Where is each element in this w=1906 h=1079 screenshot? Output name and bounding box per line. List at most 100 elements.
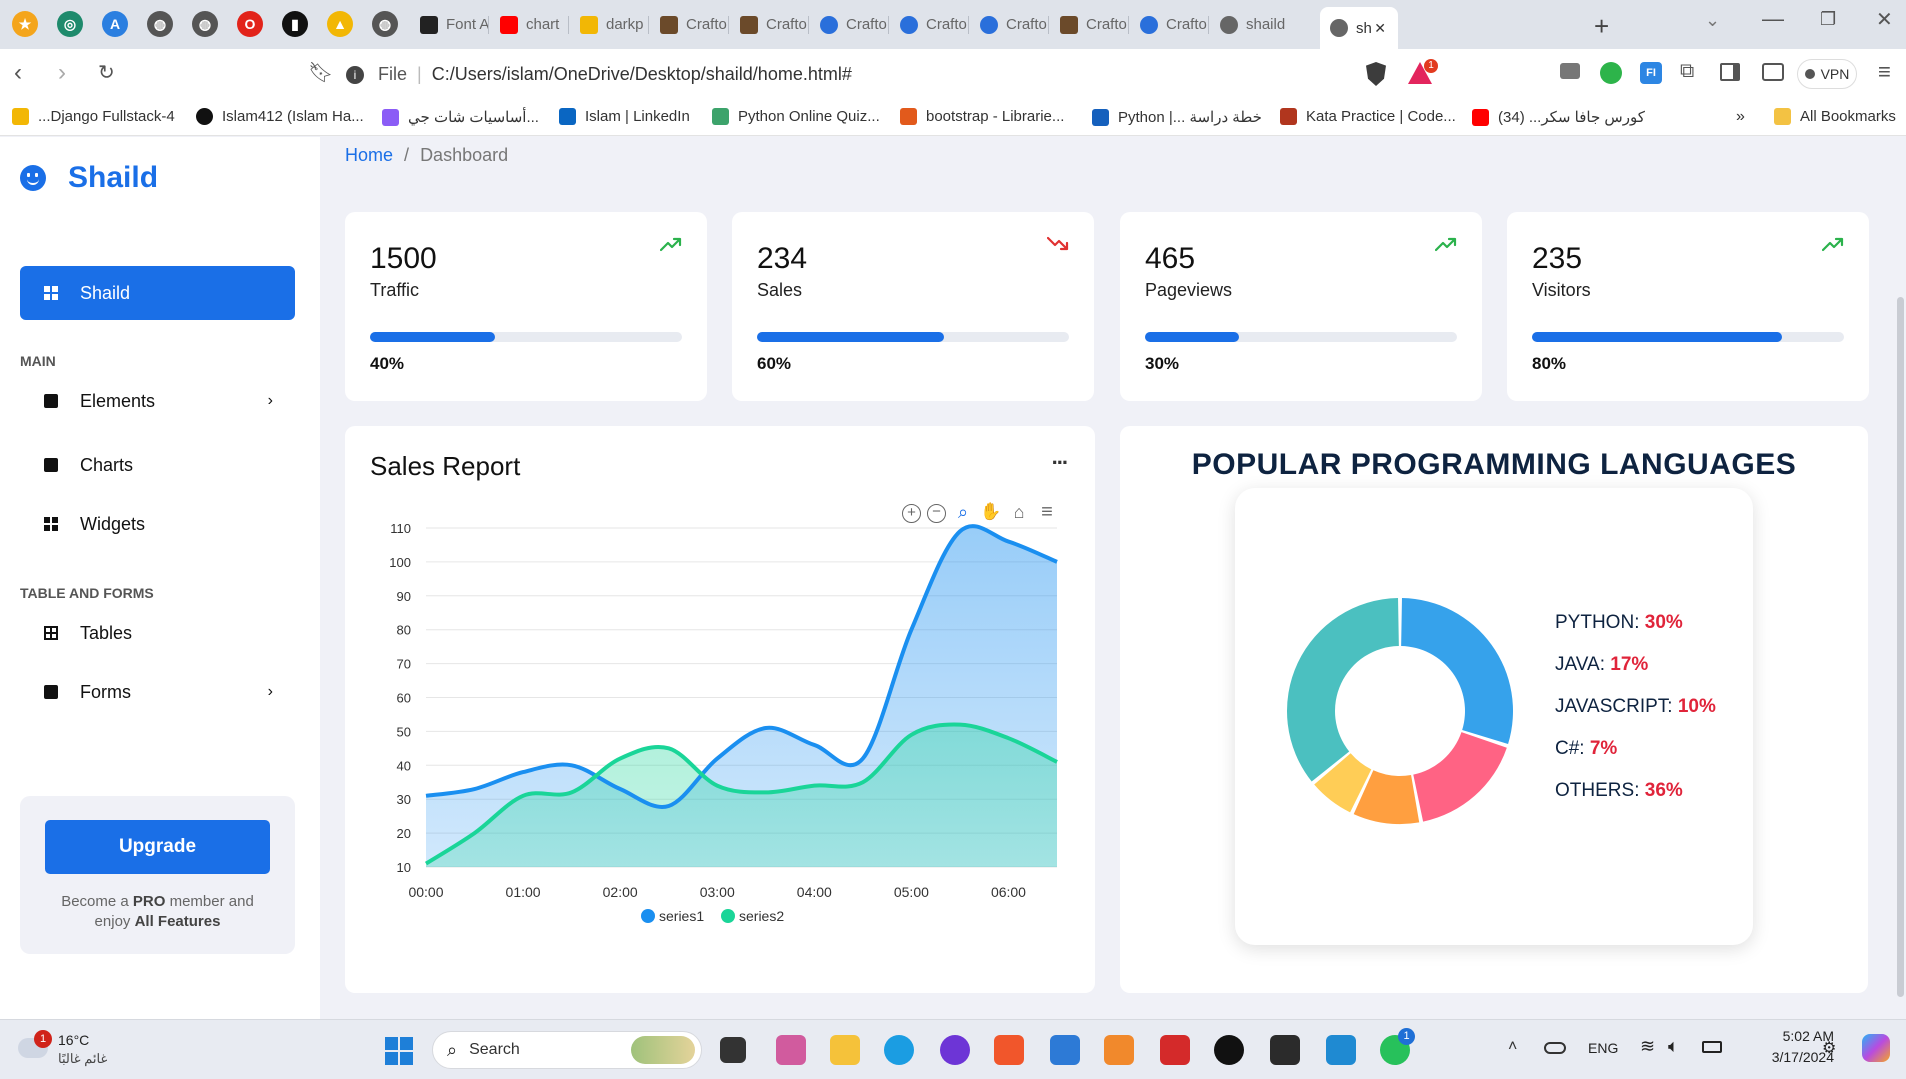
legend-label-series1[interactable]: series1 <box>659 908 704 924</box>
back-arrow-icon[interactable]: ‹ <box>14 61 22 85</box>
wifi-icon[interactable]: ≋ <box>1640 1036 1655 1057</box>
wallet-icon[interactable] <box>1762 63 1784 81</box>
pinned-tab-app[interactable]: A <box>102 11 128 37</box>
extension-fi-icon[interactable]: FI <box>1640 62 1662 84</box>
breadcrumb-home[interactable]: Home <box>345 145 393 165</box>
kpi-progress-fill <box>757 332 945 342</box>
selenium-icon[interactable] <box>1160 1035 1190 1065</box>
bookmark-django[interactable]: ...Django Fullstack-4 <box>12 108 175 125</box>
vpn-status-icon <box>1804 69 1815 79</box>
brave-icon[interactable] <box>994 1035 1024 1065</box>
folder-icon <box>1774 108 1791 125</box>
browser-tab[interactable]: Crafto <box>650 8 728 41</box>
bookmark-chatgpt-basics[interactable]: أساسيات شات جي... <box>382 108 539 126</box>
pinned-tab-star[interactable]: ★ <box>12 11 38 37</box>
browser-tab[interactable]: shaild <box>1210 8 1288 41</box>
github-desktop-icon[interactable] <box>1214 1035 1244 1065</box>
donut-slice-java[interactable] <box>1413 732 1507 822</box>
brave-shields-icon[interactable] <box>1366 62 1386 86</box>
battery-icon[interactable] <box>1702 1041 1722 1053</box>
browser-tab[interactable]: Crafto <box>810 8 888 41</box>
browser-tab[interactable]: Crafto <box>890 8 968 41</box>
languages-card: POPULAR PROGRAMMING LANGUAGES PYTHON: 30… <box>1120 426 1868 993</box>
pinned-tab-chatgpt[interactable]: ◎ <box>57 11 83 37</box>
legend-marker-series2[interactable] <box>721 909 735 923</box>
microsoft-store-icon[interactable] <box>1050 1035 1080 1065</box>
browser-tab[interactable]: Crafto <box>730 8 808 41</box>
donut-slice-python[interactable] <box>1401 598 1513 745</box>
browser-tab[interactable]: sh ✕ <box>1320 7 1398 49</box>
sublime-text-icon[interactable] <box>1104 1035 1134 1065</box>
legend-label-series2[interactable]: series2 <box>739 908 784 924</box>
bookmark-kata[interactable]: Kata Practice | Code... <box>1280 108 1456 125</box>
notifications-icon[interactable]: ⚙︎ <box>1822 1038 1836 1058</box>
restore-button[interactable]: ❐ <box>1820 9 1836 30</box>
copilot-icon[interactable] <box>1862 1034 1890 1062</box>
sidebar-item-forms[interactable]: Forms › <box>20 665 295 719</box>
sidebar-toggle-icon[interactable] <box>1720 63 1740 81</box>
bookmark-js-course[interactable]: كورس جافا سكر... (34) <box>1472 108 1645 126</box>
close-tab-icon[interactable]: ✕ <box>1374 20 1386 37</box>
url-field[interactable]: i File | C:/Users/islam/OneDrive/Desktop… <box>346 56 1364 93</box>
browser-tab[interactable]: darkp <box>570 8 648 41</box>
bookmark-page-icon[interactable]: 🔖︎ <box>308 61 333 85</box>
legend-marker-series1[interactable] <box>641 909 655 923</box>
browser-tab[interactable]: Font A <box>410 8 488 41</box>
volume-icon[interactable]: 🔈︎ <box>1668 1036 1679 1057</box>
pinned-tab-opera[interactable]: O <box>237 11 263 37</box>
page-scrollbar[interactable] <box>1895 137 1906 1019</box>
vscode-icon[interactable] <box>1326 1035 1356 1065</box>
browser-tab[interactable]: Crafto <box>1130 8 1208 41</box>
donut-slice-others[interactable] <box>1287 598 1399 782</box>
extensions-puzzle-icon[interactable]: ⧉ <box>1680 60 1694 83</box>
app-purple-icon[interactable] <box>940 1035 970 1065</box>
brand[interactable]: Shaild <box>20 161 158 195</box>
vpn-button[interactable]: VPN <box>1797 59 1857 89</box>
sidebar-item-widgets[interactable]: Widgets <box>20 497 295 551</box>
pinned-tab-drive[interactable]: ▲ <box>327 11 353 37</box>
file-explorer-icon[interactable] <box>830 1035 860 1065</box>
tray-chevron-up-icon[interactable]: ˄ <box>1508 1038 1517 1056</box>
upgrade-button[interactable]: Upgrade <box>45 820 270 874</box>
forward-arrow-icon[interactable]: › <box>58 61 66 85</box>
close-window-button[interactable]: ✕ <box>1876 7 1893 32</box>
sidebar-item-shaild[interactable]: Shaild <box>20 266 295 320</box>
weather-widget[interactable]: 1 16°C غائم غالبًا <box>18 1028 138 1072</box>
onedrive-icon[interactable] <box>1544 1042 1566 1054</box>
browser-tab[interactable]: Crafto <box>970 8 1048 41</box>
sidebar-item-elements[interactable]: Elements › <box>20 374 295 428</box>
breadcrumb: Home / Dashboard <box>345 145 508 166</box>
start-windows-icon[interactable] <box>385 1037 413 1065</box>
site-info-icon[interactable]: i <box>346 65 364 84</box>
pinned-tab-globe-2[interactable]: ◍ <box>192 11 218 37</box>
task-view-icon[interactable] <box>720 1037 746 1063</box>
scrollbar-thumb[interactable] <box>1897 297 1904 997</box>
minimize-button[interactable]: — <box>1762 6 1784 32</box>
pinned-tab-globe-3[interactable]: ◍ <box>372 11 398 37</box>
tab-search-chevron-icon[interactable]: ⌄ <box>1705 10 1720 31</box>
bookmark-linkedin[interactable]: Islam | LinkedIn <box>559 108 690 125</box>
new-tab-button[interactable]: + <box>1594 11 1609 42</box>
browser-tab[interactable]: Crafto <box>1050 8 1128 41</box>
bookmark-python-plan[interactable]: Python |... خطة دراسة <box>1092 108 1262 126</box>
bookmarks-overflow-chevron-icon[interactable]: » <box>1736 108 1745 126</box>
browser-tab[interactable]: chart <box>490 8 568 41</box>
browser-menu-icon[interactable]: ≡ <box>1878 59 1891 85</box>
edge-icon[interactable] <box>884 1035 914 1065</box>
terminal-icon[interactable] <box>1270 1035 1300 1065</box>
address-bar-row: ‹ › ↻ 🔖︎ i File | C:/Users/islam/OneDriv… <box>0 49 1906 100</box>
sidebar-item-charts[interactable]: Charts <box>20 438 295 492</box>
pinned-tab-globe-1[interactable]: ◍ <box>147 11 173 37</box>
taskbar-search[interactable]: ⌕ Search <box>432 1031 702 1069</box>
all-bookmarks[interactable]: All Bookmarks <box>1774 108 1896 125</box>
language-indicator[interactable]: ENG <box>1588 1040 1618 1056</box>
bookmark-bootstrap[interactable]: bootstrap - Librarie... <box>900 108 1064 125</box>
bookmark-github[interactable]: Islam412 (Islam Ha... <box>196 108 364 125</box>
bookmark-python-quiz[interactable]: Python Online Quiz... <box>712 108 880 125</box>
reload-icon[interactable]: ↻ <box>98 61 115 85</box>
pinned-tab-flag[interactable]: ▮ <box>282 11 308 37</box>
extension-green-icon[interactable] <box>1600 62 1622 84</box>
snipping-tool-icon[interactable] <box>776 1035 806 1065</box>
camera-icon[interactable] <box>1560 63 1580 79</box>
sidebar-item-tables[interactable]: Tables <box>20 606 295 660</box>
